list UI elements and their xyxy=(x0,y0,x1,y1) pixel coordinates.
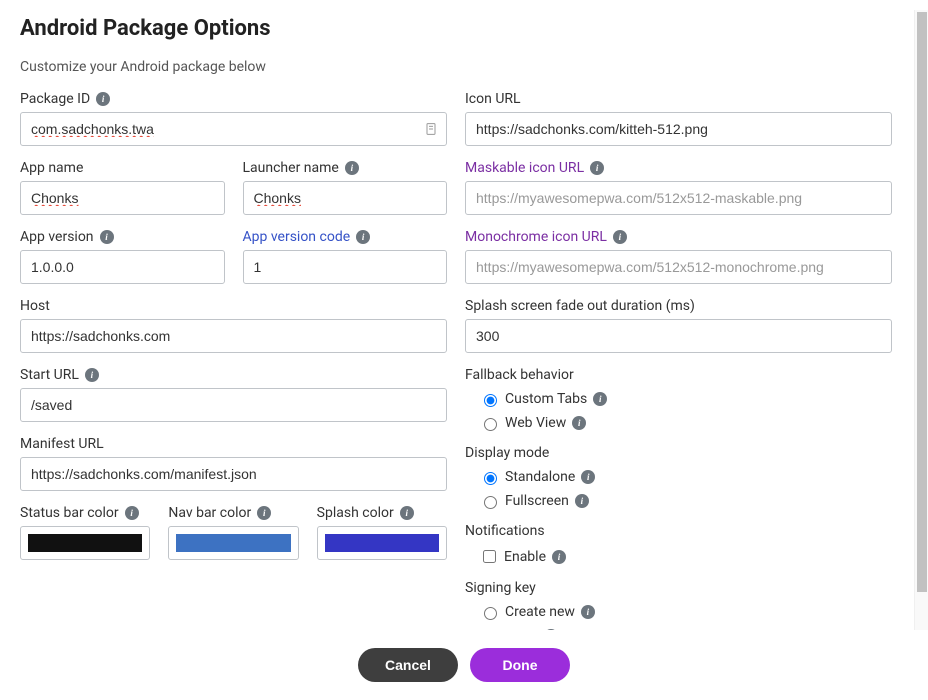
info-icon[interactable]: i xyxy=(85,368,99,382)
info-icon[interactable]: i xyxy=(400,506,414,520)
signing-key-label: Signing key xyxy=(465,580,892,596)
info-icon[interactable]: i xyxy=(552,550,566,564)
maskable-icon-url-input[interactable] xyxy=(465,181,892,215)
info-icon[interactable]: i xyxy=(572,416,586,430)
page-title: Android Package Options xyxy=(20,16,892,41)
maskable-icon-url-label[interactable]: Maskable icon URL i xyxy=(465,160,892,176)
host-input[interactable] xyxy=(20,319,447,353)
display-fullscreen-label: Fullscreen xyxy=(505,493,569,509)
fallback-web-view-label: Web View xyxy=(505,415,566,431)
manifest-url-input[interactable] xyxy=(20,457,447,491)
status-bar-color-input[interactable] xyxy=(20,526,150,560)
fallback-custom-tabs-label: Custom Tabs xyxy=(505,391,587,407)
cancel-button[interactable]: Cancel xyxy=(358,648,458,682)
signing-create-new-radio[interactable] xyxy=(484,607,497,620)
icon-url-label: Icon URL xyxy=(465,91,892,107)
display-fullscreen-radio[interactable] xyxy=(484,496,497,509)
notifications-label: Notifications xyxy=(465,523,892,539)
info-icon[interactable]: i xyxy=(593,392,607,406)
info-icon[interactable]: i xyxy=(100,230,114,244)
icon-url-input[interactable] xyxy=(465,112,892,146)
info-icon[interactable]: i xyxy=(544,629,558,630)
done-button[interactable]: Done xyxy=(470,648,570,682)
signing-none-label: None xyxy=(505,628,538,630)
splash-color-label: Splash color i xyxy=(317,505,447,521)
splash-fade-input[interactable] xyxy=(465,319,892,353)
status-bar-swatch xyxy=(28,534,142,552)
info-icon[interactable]: i xyxy=(96,92,110,106)
fallback-custom-tabs-radio[interactable] xyxy=(484,394,497,407)
splash-color-input[interactable] xyxy=(317,526,447,560)
monochrome-icon-url-label[interactable]: Monochrome icon URL i xyxy=(465,229,892,245)
app-version-input[interactable] xyxy=(20,250,225,284)
host-label: Host xyxy=(20,298,447,314)
package-id-input[interactable] xyxy=(20,112,447,146)
nav-bar-swatch xyxy=(176,534,290,552)
app-version-code-label[interactable]: App version code i xyxy=(243,229,448,245)
start-url-input[interactable] xyxy=(20,388,447,422)
vertical-scrollbar[interactable] xyxy=(914,10,928,630)
display-standalone-radio[interactable] xyxy=(484,472,497,485)
notifications-enable-label: Enable xyxy=(504,549,546,565)
launcher-name-input[interactable] xyxy=(243,181,448,215)
footer: Cancel Done xyxy=(0,630,928,694)
app-version-code-input[interactable] xyxy=(243,250,448,284)
package-id-label: Package ID i xyxy=(20,91,447,107)
splash-swatch xyxy=(325,534,439,552)
nav-bar-color-label: Nav bar color i xyxy=(168,505,298,521)
info-icon[interactable]: i xyxy=(345,161,359,175)
status-bar-color-label: Status bar color i xyxy=(20,505,150,521)
info-icon[interactable]: i xyxy=(575,494,589,508)
signing-create-new-label: Create new xyxy=(505,604,575,620)
left-column: Package ID i App name Launcher name i xyxy=(20,91,447,630)
info-icon[interactable]: i xyxy=(356,230,370,244)
info-icon[interactable]: i xyxy=(590,161,604,175)
info-icon[interactable]: i xyxy=(581,470,595,484)
fallback-label: Fallback behavior xyxy=(465,367,892,383)
scrollbar-thumb[interactable] xyxy=(917,12,927,592)
info-icon[interactable]: i xyxy=(257,506,271,520)
info-icon[interactable]: i xyxy=(125,506,139,520)
right-column: Icon URL Maskable icon URL i Monochrome … xyxy=(465,91,892,630)
page-subtitle: Customize your Android package below xyxy=(20,59,892,75)
contacts-icon[interactable] xyxy=(423,121,439,137)
fallback-web-view-radio[interactable] xyxy=(484,418,497,431)
nav-bar-color-input[interactable] xyxy=(168,526,298,560)
launcher-name-label: Launcher name i xyxy=(243,160,448,176)
app-name-label: App name xyxy=(20,160,225,176)
display-standalone-label: Standalone xyxy=(505,469,575,485)
monochrome-icon-url-input[interactable] xyxy=(465,250,892,284)
app-version-label: App version i xyxy=(20,229,225,245)
notifications-enable-checkbox[interactable] xyxy=(483,550,496,563)
display-mode-label: Display mode xyxy=(465,445,892,461)
start-url-label: Start URL i xyxy=(20,367,447,383)
manifest-url-label: Manifest URL xyxy=(20,436,447,452)
splash-fade-label: Splash screen fade out duration (ms) xyxy=(465,298,892,314)
info-icon[interactable]: i xyxy=(613,230,627,244)
info-icon[interactable]: i xyxy=(581,605,595,619)
app-name-input[interactable] xyxy=(20,181,225,215)
